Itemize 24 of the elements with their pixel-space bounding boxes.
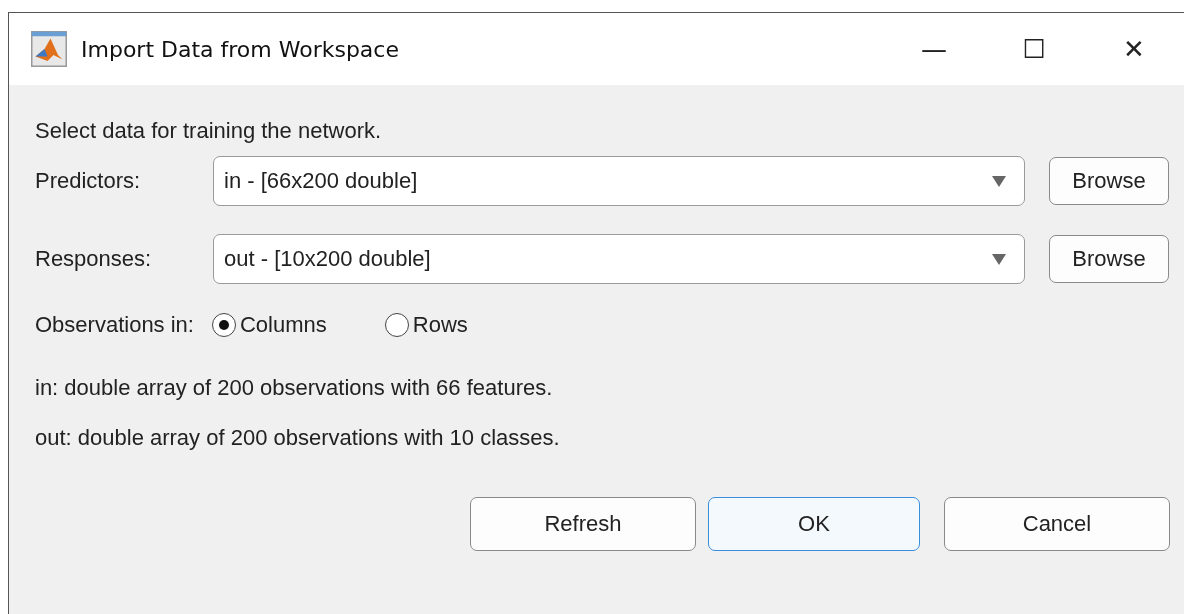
info-text: out: double array of 200 observations with 10 classes. bbox=[35, 424, 561, 452]
info-text: in: double array of 200 observations with 66 features. bbox=[35, 374, 554, 402]
caret-icon bbox=[992, 175, 1006, 187]
radio-label[interactable]: Columns bbox=[239, 312, 327, 338]
dialog-button[interactable]: Refresh bbox=[470, 497, 696, 551]
minimize-button[interactable]: — bbox=[884, 19, 984, 79]
caret-icon bbox=[992, 253, 1006, 265]
window-title: Import Data from Workspace bbox=[81, 36, 399, 62]
app-icon bbox=[31, 31, 67, 67]
radio-button[interactable] bbox=[384, 313, 409, 337]
field-label: Predictors: bbox=[35, 168, 142, 194]
dropdown[interactable]: out - [10x200 double] bbox=[213, 234, 1025, 284]
dropdown[interactable]: in - [66x200 double] bbox=[213, 156, 1025, 206]
browse-button[interactable]: Browse bbox=[1049, 235, 1169, 283]
radio-button[interactable] bbox=[211, 313, 236, 337]
field-label: Responses: bbox=[35, 246, 153, 272]
instruction-text: Select data for training the network. bbox=[35, 117, 383, 145]
field-label: Observations in: bbox=[35, 312, 194, 338]
close-button[interactable]: ✕ bbox=[1084, 19, 1184, 79]
radio-label[interactable]: Rows bbox=[412, 312, 468, 338]
dialog-button[interactable]: OK bbox=[708, 497, 920, 551]
browse-button[interactable]: Browse bbox=[1049, 157, 1169, 205]
dialog-button[interactable]: Cancel bbox=[944, 497, 1170, 551]
maximize-button[interactable]: ☐ bbox=[984, 19, 1084, 79]
